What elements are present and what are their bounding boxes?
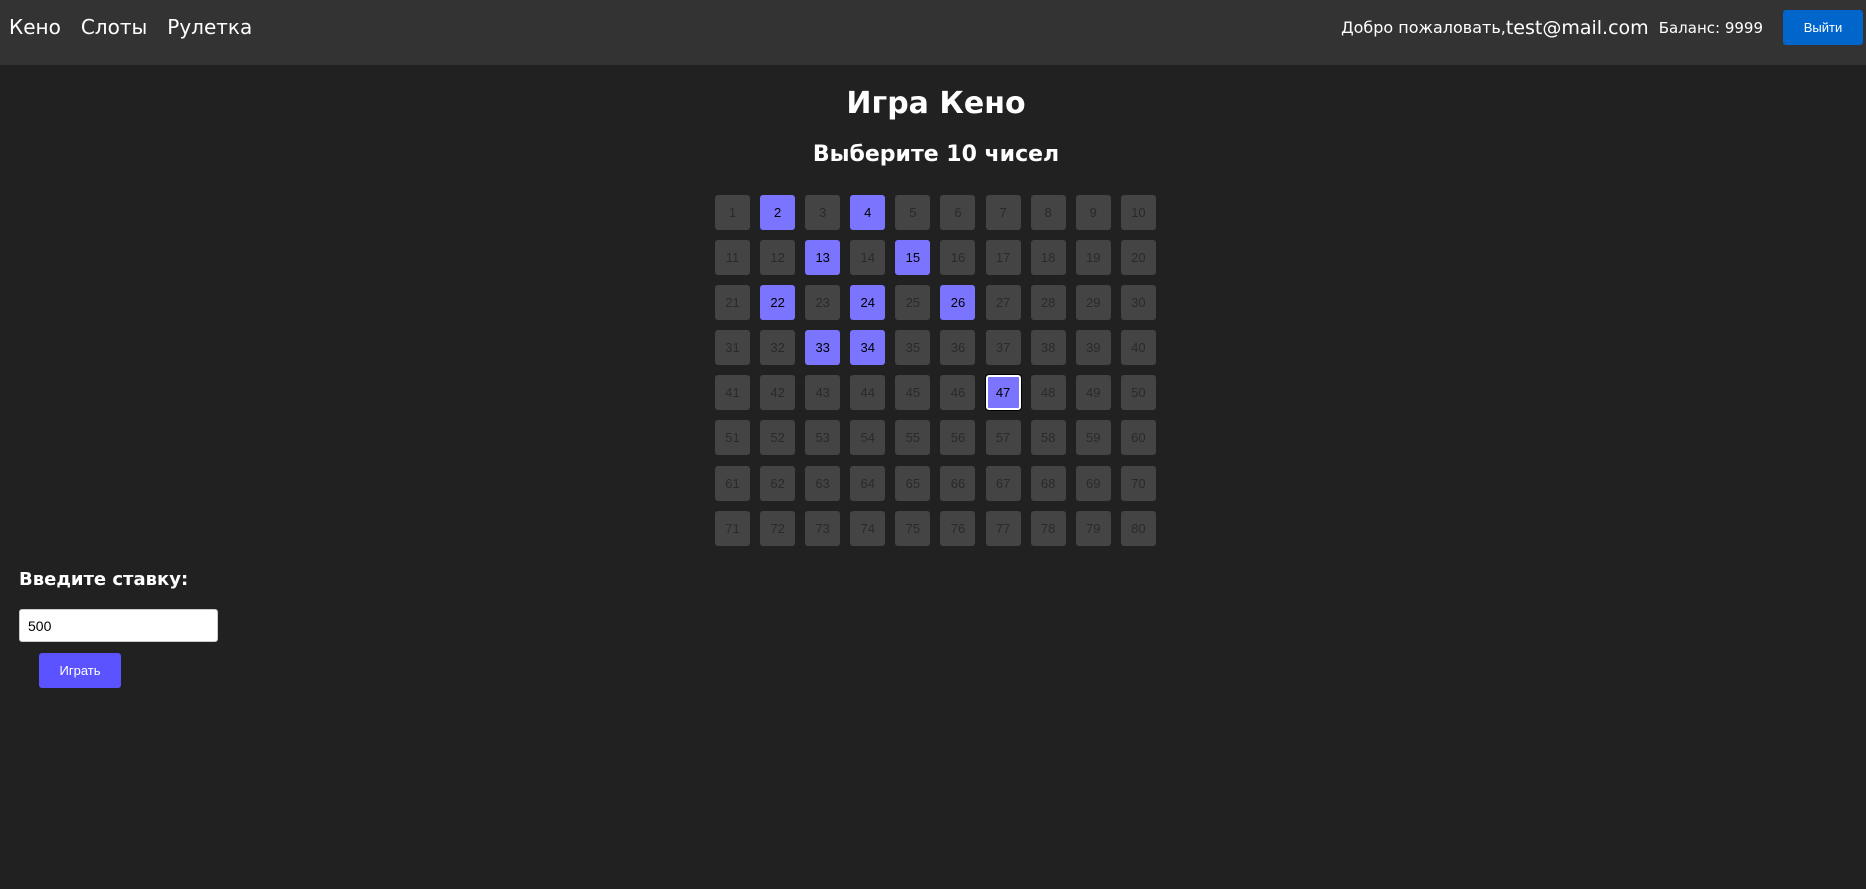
keno-number-29[interactable]: 29 — [1075, 285, 1111, 321]
balance-text: Баланс: 9999 — [1658, 18, 1763, 37]
keno-number-39[interactable]: 39 — [1075, 330, 1111, 366]
keno-number-73[interactable]: 73 — [805, 510, 841, 546]
keno-number-51[interactable]: 51 — [715, 420, 750, 456]
keno-number-1[interactable]: 1 — [715, 195, 750, 230]
keno-number-76[interactable]: 76 — [940, 510, 976, 546]
user-panel: Добро пожаловать, test@mail.com Баланс: … — [1341, 10, 1863, 45]
keno-number-22[interactable]: 22 — [760, 285, 796, 321]
keno-number-74[interactable]: 74 — [850, 510, 886, 546]
keno-number-42[interactable]: 42 — [760, 375, 796, 411]
keno-number-4[interactable]: 4 — [850, 195, 886, 230]
keno-number-54[interactable]: 54 — [850, 420, 886, 456]
keno-number-48[interactable]: 48 — [1030, 375, 1066, 411]
keno-number-50[interactable]: 50 — [1120, 375, 1156, 411]
keno-number-45[interactable]: 45 — [895, 375, 931, 411]
keno-number-77[interactable]: 77 — [985, 510, 1021, 546]
nav-link-keno[interactable]: Кено — [9, 14, 61, 40]
keno-number-17[interactable]: 17 — [985, 240, 1021, 276]
keno-number-71[interactable]: 71 — [715, 510, 750, 546]
keno-number-53[interactable]: 53 — [805, 420, 841, 456]
keno-number-10[interactable]: 10 — [1120, 195, 1156, 230]
keno-number-62[interactable]: 62 — [760, 465, 796, 501]
keno-number-56[interactable]: 56 — [940, 420, 976, 456]
keno-number-8[interactable]: 8 — [1030, 195, 1066, 230]
keno-number-26[interactable]: 26 — [940, 285, 976, 321]
nav-link-roulette[interactable]: Рулетка — [167, 14, 252, 40]
keno-number-79[interactable]: 79 — [1075, 510, 1111, 546]
keno-number-47[interactable]: 47 — [985, 375, 1021, 411]
keno-number-61[interactable]: 61 — [715, 465, 750, 501]
keno-number-grid: 1 2 3 4 5 6 7 8 9 10 11 12 13 14 15 16 17 18 19 20 21 22 23 24 2… — [715, 195, 1159, 546]
keno-number-41[interactable]: 41 — [715, 375, 750, 411]
keno-number-23[interactable]: 23 — [805, 285, 841, 321]
keno-number-46[interactable]: 46 — [940, 375, 976, 411]
keno-number-55[interactable]: 55 — [895, 420, 931, 456]
keno-number-33[interactable]: 33 — [805, 330, 841, 366]
play-button[interactable]: Играть — [39, 653, 121, 688]
keno-number-21[interactable]: 21 — [715, 285, 750, 321]
keno-number-20[interactable]: 20 — [1120, 240, 1156, 276]
keno-number-64[interactable]: 64 — [850, 465, 886, 501]
keno-number-3[interactable]: 3 — [805, 195, 841, 230]
keno-number-34[interactable]: 34 — [850, 330, 886, 366]
keno-number-11[interactable]: 11 — [715, 240, 750, 276]
keno-number-66[interactable]: 66 — [940, 465, 976, 501]
keno-number-12[interactable]: 12 — [760, 240, 796, 276]
keno-number-52[interactable]: 52 — [760, 420, 796, 456]
keno-number-67[interactable]: 67 — [985, 465, 1021, 501]
keno-number-65[interactable]: 65 — [895, 465, 931, 501]
keno-number-57[interactable]: 57 — [985, 420, 1021, 456]
keno-number-15[interactable]: 15 — [895, 240, 931, 276]
bet-label: Введите ставку: — [19, 569, 189, 590]
keno-number-38[interactable]: 38 — [1030, 330, 1066, 366]
user-email: test@mail.com — [1505, 16, 1649, 39]
keno-number-14[interactable]: 14 — [850, 240, 886, 276]
keno-number-75[interactable]: 75 — [895, 510, 931, 546]
keno-number-5[interactable]: 5 — [895, 195, 931, 230]
keno-number-72[interactable]: 72 — [760, 510, 796, 546]
keno-number-18[interactable]: 18 — [1030, 240, 1066, 276]
keno-number-6[interactable]: 6 — [940, 195, 976, 230]
keno-number-9[interactable]: 9 — [1075, 195, 1111, 230]
keno-number-24[interactable]: 24 — [850, 285, 886, 321]
keno-number-37[interactable]: 37 — [985, 330, 1021, 366]
keno-number-80[interactable]: 80 — [1120, 510, 1156, 546]
keno-number-35[interactable]: 35 — [895, 330, 931, 366]
keno-number-2[interactable]: 2 — [760, 195, 796, 230]
page-title: Игра Кено — [846, 86, 1026, 121]
keno-number-7[interactable]: 7 — [985, 195, 1021, 230]
logout-button[interactable]: Выйти — [1783, 10, 1863, 45]
keno-number-43[interactable]: 43 — [805, 375, 841, 411]
keno-number-44[interactable]: 44 — [850, 375, 886, 411]
keno-number-68[interactable]: 68 — [1030, 465, 1066, 501]
keno-number-60[interactable]: 60 — [1120, 420, 1156, 456]
keno-number-49[interactable]: 49 — [1075, 375, 1111, 411]
keno-number-28[interactable]: 28 — [1030, 285, 1066, 321]
keno-number-19[interactable]: 19 — [1075, 240, 1111, 276]
keno-number-30[interactable]: 30 — [1120, 285, 1156, 321]
nav-link-slots[interactable]: Слоты — [81, 14, 147, 40]
keno-number-32[interactable]: 32 — [760, 330, 796, 366]
keno-number-31[interactable]: 31 — [715, 330, 750, 366]
keno-number-58[interactable]: 58 — [1030, 420, 1066, 456]
keno-number-40[interactable]: 40 — [1120, 330, 1156, 366]
keno-number-13[interactable]: 13 — [805, 240, 841, 276]
keno-number-59[interactable]: 59 — [1075, 420, 1111, 456]
keno-number-25[interactable]: 25 — [895, 285, 931, 321]
keno-number-27[interactable]: 27 — [985, 285, 1021, 321]
page-subtitle: Выберите 10 чисел — [812, 142, 1060, 167]
nav-links: Кено Слоты Рулетка — [9, 14, 252, 40]
keno-number-78[interactable]: 78 — [1030, 510, 1066, 546]
bet-input[interactable] — [19, 609, 218, 642]
keno-number-36[interactable]: 36 — [940, 330, 976, 366]
keno-number-70[interactable]: 70 — [1120, 465, 1156, 501]
keno-number-69[interactable]: 69 — [1075, 465, 1111, 501]
keno-number-16[interactable]: 16 — [940, 240, 976, 276]
top-navbar: Кено Слоты Рулетка Добро пожаловать, tes… — [0, 0, 1866, 65]
keno-number-63[interactable]: 63 — [805, 465, 841, 501]
welcome-text: Добро пожаловать, — [1341, 18, 1506, 37]
